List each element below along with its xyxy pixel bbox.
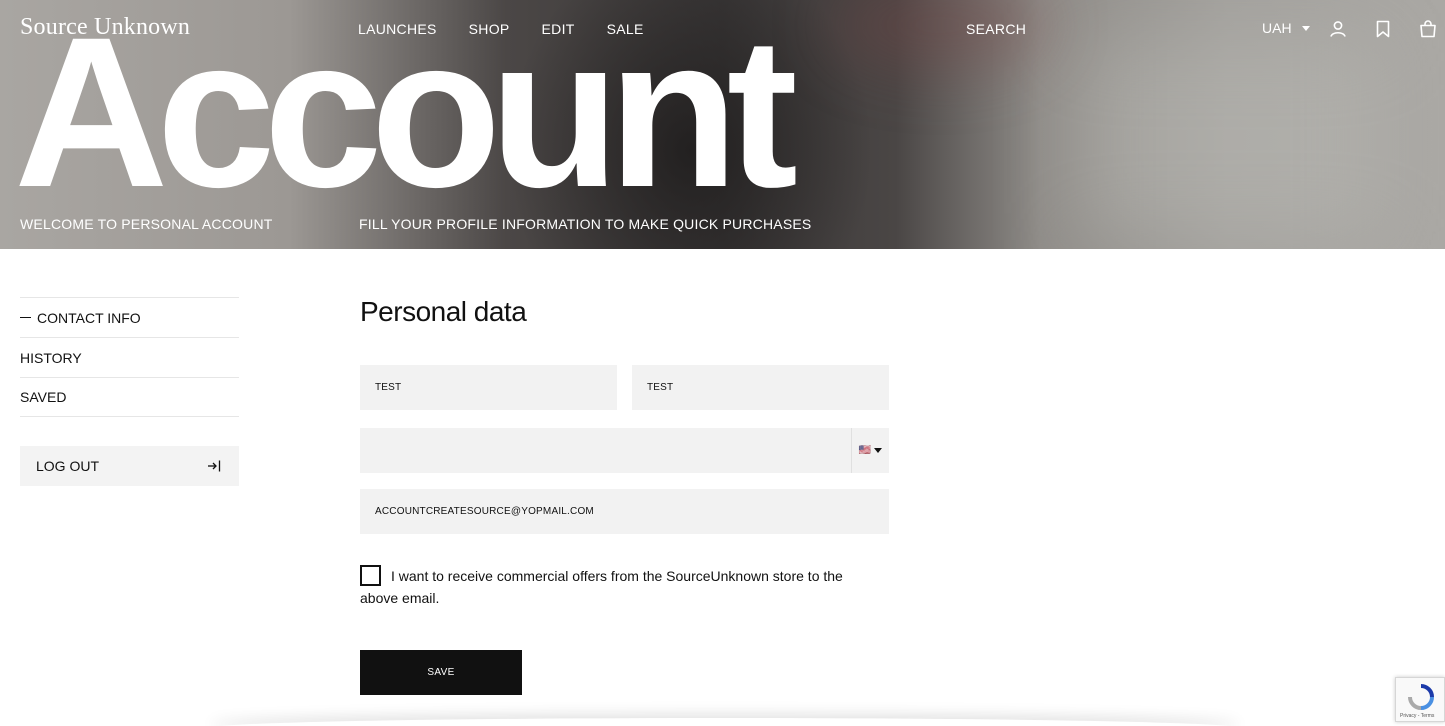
sidebar-item-label: CONTACT INFO <box>37 309 141 326</box>
consent-text: I want to receive commercial offers from… <box>360 568 843 606</box>
hero-banner: Account Source Unknown LAUNCHES SHOP EDI… <box>0 0 1445 249</box>
page-title: Personal data <box>360 296 527 327</box>
account-sidebar: CONTACT INFO HISTORY SAVED <box>20 297 239 417</box>
nav-launches[interactable]: LAUNCHES <box>358 21 437 37</box>
logout-button[interactable]: LOG OUT <box>20 446 239 486</box>
recaptcha-footer[interactable]: Privacy - Terms <box>1400 713 1434 719</box>
recaptcha-icon <box>1408 684 1434 710</box>
sidebar-item-label: HISTORY <box>20 349 82 366</box>
chevron-down-icon <box>874 448 883 453</box>
phone-field[interactable]: 🇺🇸 <box>360 428 889 473</box>
bag-icon[interactable] <box>1418 19 1438 39</box>
user-icon[interactable] <box>1328 19 1348 39</box>
last-name-field[interactable]: TEST <box>632 365 889 410</box>
logout-icon <box>208 460 221 472</box>
active-indicator-dash <box>20 317 31 318</box>
us-flag-icon: 🇺🇸 <box>858 445 872 456</box>
nav-sale[interactable]: SALE <box>607 21 644 37</box>
nav-shop[interactable]: SHOP <box>469 21 510 37</box>
hero-welcome-text: WELCOME TO PERSONAL ACCOUNT <box>20 216 273 232</box>
sidebar-item-label: SAVED <box>20 389 67 405</box>
currency-selector[interactable]: UAH <box>1262 20 1310 36</box>
nav-edit[interactable]: EDIT <box>542 21 575 37</box>
email-field[interactable]: ACCOUNTCREATESOURCE@YOPMAIL.COM <box>360 489 889 534</box>
currency-label: UAH <box>1262 20 1292 36</box>
first-name-field[interactable]: TEST <box>360 365 617 410</box>
country-code-selector[interactable]: 🇺🇸 <box>851 428 889 473</box>
logout-label: LOG OUT <box>36 458 100 474</box>
search-link[interactable]: SEARCH <box>966 21 1026 37</box>
consent-checkbox[interactable] <box>360 565 381 586</box>
sidebar-item-contact-info[interactable]: CONTACT INFO <box>20 297 239 337</box>
main-nav: LAUNCHES SHOP EDIT SALE <box>358 21 644 37</box>
hero-background-blur <box>1080 40 1380 240</box>
sidebar-item-history[interactable]: HISTORY <box>20 337 239 377</box>
sidebar-item-saved[interactable]: SAVED <box>20 377 239 417</box>
recaptcha-badge[interactable]: Privacy - Terms <box>1395 677 1445 722</box>
footer-edge-shadow <box>210 718 1240 726</box>
hero-subtitle: FILL YOUR PROFILE INFORMATION TO MAKE QU… <box>359 216 812 232</box>
site-logo[interactable]: Source Unknown <box>20 14 190 41</box>
save-button[interactable]: SAVE <box>360 650 522 695</box>
chevron-down-icon <box>1301 25 1310 31</box>
bookmark-icon[interactable] <box>1373 19 1393 39</box>
